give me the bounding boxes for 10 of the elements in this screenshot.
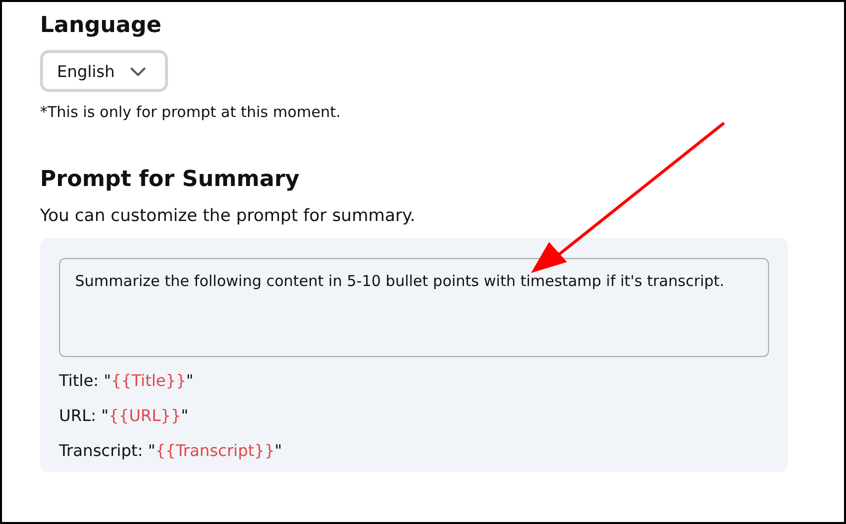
description-text: You can customize the prompt for summary.	[40, 205, 416, 228]
variable-line: URL: "{{URL}}"	[59, 405, 190, 427]
section-heading: Language	[40, 12, 162, 40]
prompt-textarea[interactable]: Summarize the following content in 5-10 bullet points with timestamp if it's transcript.	[59, 258, 769, 357]
note-text: *This is only for prompt at this moment.	[40, 102, 342, 122]
variable-line: Title: "{{Title}}"	[59, 370, 194, 392]
section-heading: Prompt for Summary	[40, 166, 301, 194]
language-select[interactable]: English	[40, 50, 168, 92]
chevron-down-icon	[128, 66, 147, 76]
variable-line: Transcript: "{{Transcript}}"	[59, 440, 283, 462]
